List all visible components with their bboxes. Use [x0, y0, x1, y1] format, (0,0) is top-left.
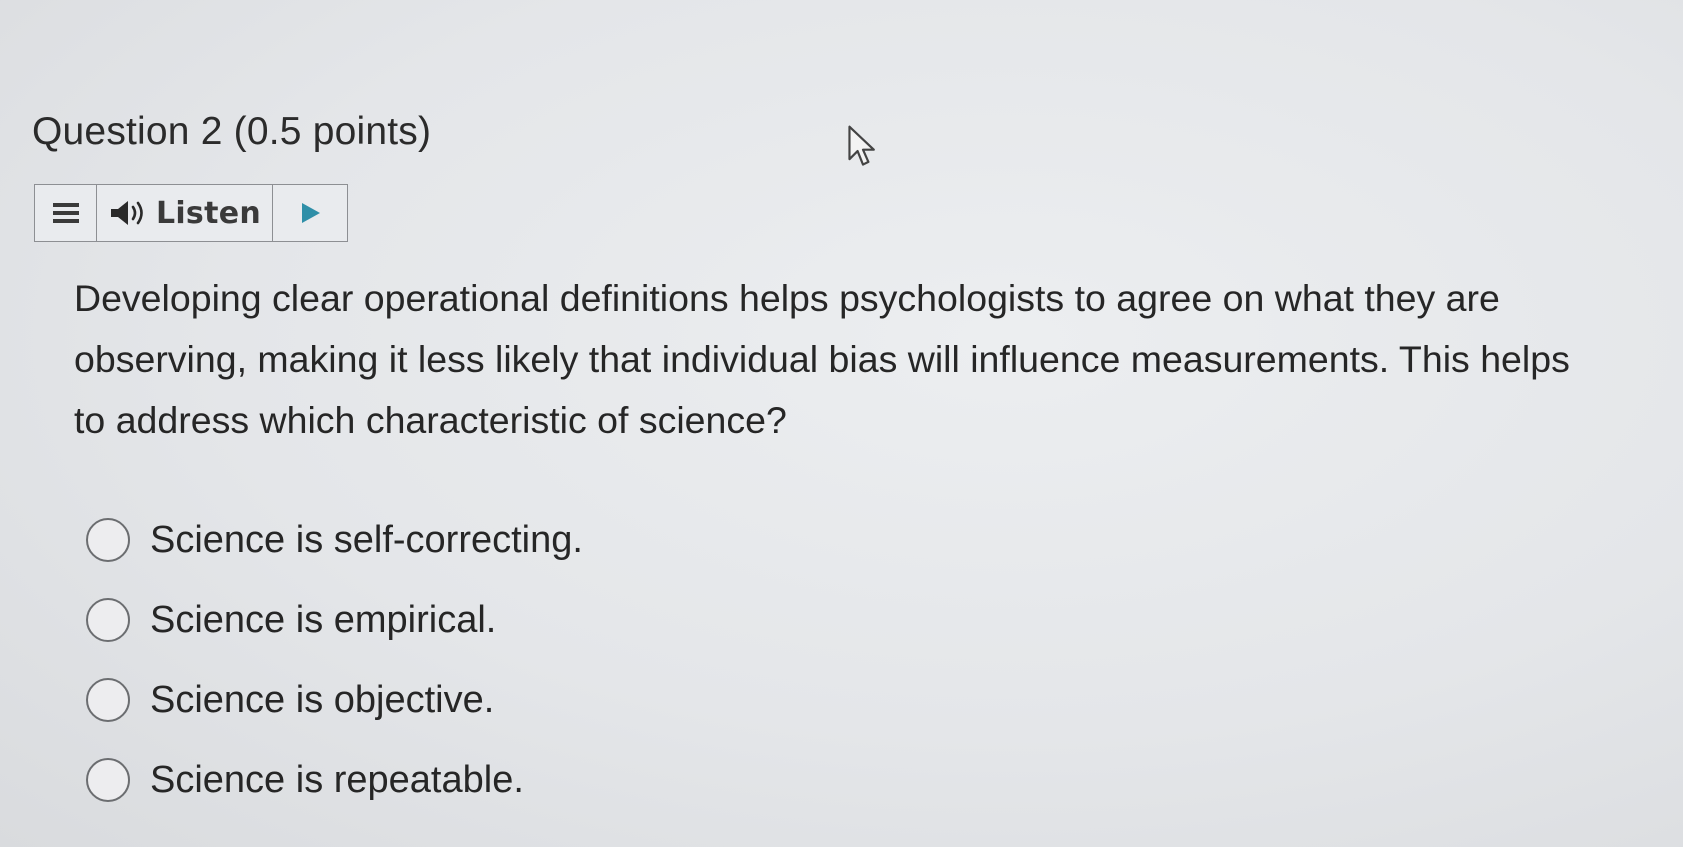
answer-option[interactable]: Science is empirical.: [86, 580, 583, 660]
radio-button[interactable]: [86, 678, 130, 722]
option-label: Science is self-correcting.: [150, 518, 583, 561]
listen-menu-button[interactable]: [35, 185, 97, 241]
option-label: Science is objective.: [150, 678, 495, 721]
question-text: Developing clear operational definitions…: [74, 277, 1570, 441]
menu-icon: [52, 203, 79, 223]
answer-options: Science is self-correcting. Science is e…: [86, 500, 583, 820]
radio-button[interactable]: [86, 758, 130, 802]
listen-toolbar: Listen: [34, 184, 348, 242]
answer-option[interactable]: Science is repeatable.: [86, 740, 583, 820]
play-button[interactable]: [273, 185, 347, 241]
listen-button[interactable]: Listen: [97, 185, 273, 241]
answer-option[interactable]: Science is objective.: [86, 660, 583, 740]
answer-option[interactable]: Science is self-correcting.: [86, 500, 583, 580]
option-label: Science is empirical.: [150, 598, 497, 641]
question-title: Question 2 (0.5 points): [32, 110, 432, 153]
listen-label: Listen: [155, 195, 262, 231]
option-label: Science is repeatable.: [150, 758, 524, 801]
speaker-icon: [110, 201, 143, 225]
play-icon: [302, 203, 320, 223]
radio-button[interactable]: [86, 518, 130, 562]
radio-button[interactable]: [86, 598, 130, 642]
mouse-pointer-icon: [848, 125, 875, 166]
